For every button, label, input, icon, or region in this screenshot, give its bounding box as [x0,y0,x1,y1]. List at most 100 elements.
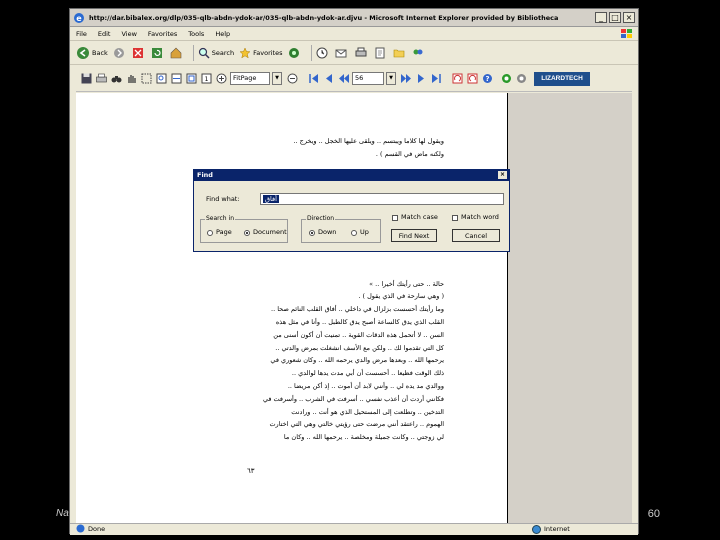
forward-button[interactable] [113,47,127,59]
match-word-label: Match word [461,213,499,221]
media-icon [288,47,299,58]
globe-icon [532,525,541,534]
text-line: كل التي تقدموا لك .. ولكن مع الأسف انشغل… [275,343,444,352]
dialog-close-button[interactable]: × [498,171,507,179]
fit-width-button[interactable] [170,73,182,85]
find-dialog-title-text: Find [197,171,213,179]
maximize-button[interactable]: □ [609,12,621,23]
actual-size-button[interactable]: 1 [200,73,212,85]
menu-help[interactable]: Help [215,30,230,38]
find-next-button[interactable]: Find Next [391,229,437,242]
radio-document[interactable] [244,230,250,236]
prev-page-icon [325,74,332,83]
cancel-button[interactable]: Cancel [452,229,500,242]
back-button[interactable]: Back [76,46,108,60]
document-viewer[interactable]: ويقول لها كلاما ويبتسم .. ويلقى عليها ال… [76,93,507,523]
text-line: ( وهي سارحة في الذي يقول ) . [358,292,444,301]
gear-icon [516,74,526,83]
select-tool-button[interactable] [140,73,152,85]
search-label: Search [211,48,235,57]
go-button[interactable] [500,73,512,85]
mail-button[interactable] [335,47,350,59]
refresh-button[interactable] [151,47,165,59]
prev-page-button[interactable] [322,73,334,85]
folder-button[interactable] [393,47,407,59]
menu-view[interactable]: View [121,30,136,38]
close-button[interactable]: × [623,12,635,23]
slide-number: 60 [647,508,660,520]
fit-page-button[interactable] [185,73,197,85]
selection-icon [141,73,151,84]
radio-up-label: Up [360,228,369,236]
folder-icon [393,49,404,57]
zoom-dropdown-arrow[interactable]: ▼ [272,72,282,85]
stop-button[interactable] [132,47,146,59]
history-button[interactable] [316,47,330,59]
text-line: يرحمها الله .. وبعدها مرض والدي يرحمه ال… [270,356,444,365]
menu-file[interactable]: File [76,30,87,38]
browser-window: e http://dar.bibalex.org/dlp/035-qlb-abd… [69,8,639,535]
rotate-left-button[interactable] [451,73,463,85]
favorites-button[interactable]: Favorites [239,46,283,59]
edit-button[interactable] [374,47,388,59]
zoom-rect-button[interactable] [155,73,167,85]
media-button[interactable] [288,47,302,59]
hand-icon [127,75,136,83]
page-number-input[interactable]: 56 [352,72,384,85]
rotate-right-icon [467,73,477,84]
text-line: التدخين .. وتطلعت إلى المستحيل الذي هو أ… [291,407,444,416]
last-page-button[interactable] [430,73,442,85]
mail-icon [335,49,346,57]
radio-down[interactable] [309,230,315,236]
menu-bar: File Edit View Favorites Tools Help [70,27,638,41]
minimize-button[interactable]: _ [595,12,607,23]
text-line: حالة .. حتى رأيتك أخيرا .. » [369,279,444,288]
next-page-button[interactable] [415,73,427,85]
zone-indicator: Internet [532,524,570,535]
star-icon [239,46,251,58]
binoculars-icon [111,76,121,83]
search-icon [198,47,210,59]
pan-tool-button[interactable] [125,73,137,85]
status-bar: Done Internet [70,523,638,535]
binoculars-button[interactable] [110,73,122,85]
home-icon [170,47,182,58]
messenger-button[interactable] [412,47,426,59]
status-text: Done [88,525,106,533]
radio-page[interactable] [207,230,213,236]
find-what-input[interactable]: أفاق [260,193,504,205]
home-button[interactable] [170,47,184,59]
text-line: ووالدي مد يده لي .. وأنني لابد أن أموت .… [287,381,444,390]
print-button[interactable] [95,73,107,85]
settings-button[interactable] [515,73,527,85]
actual-size-icon: 1 [201,73,211,84]
menu-edit[interactable]: Edit [98,30,111,38]
menu-tools[interactable]: Tools [188,30,204,38]
find-dialog-title: Find × [194,170,509,181]
back-page-button[interactable] [337,73,349,85]
save-button[interactable] [80,73,92,85]
zoom-in-button[interactable] [215,73,227,85]
green-circle-icon [501,74,511,83]
page-number-label: ٦٣ [247,467,255,475]
find-what-value: أفاق [263,195,279,203]
match-word-checkbox[interactable] [452,215,458,221]
print-button[interactable] [355,47,369,59]
page-dropdown-arrow[interactable]: ▼ [386,72,396,85]
first-page-button[interactable] [307,73,319,85]
zoom-select[interactable]: FitPage [230,72,270,85]
search-button[interactable]: Search [198,47,234,59]
menu-favorites[interactable]: Favorites [148,30,177,38]
help-icon: ? [482,74,492,83]
text-line: وما رأيتك أحسست بزلزال في داخلي .. أفاق … [271,305,444,314]
help-button[interactable]: ? [481,73,493,85]
radio-up[interactable] [351,230,357,236]
match-case-checkbox[interactable] [392,215,398,221]
fit-page-icon [186,73,196,84]
text-line: ويقول لها كلاما ويبتسم .. ويلقى عليها ال… [293,137,444,145]
rotate-right-button[interactable] [466,73,478,85]
rotate-left-icon [452,73,462,84]
history-icon [316,47,327,58]
zoom-out-button[interactable] [286,73,298,85]
forward-page-button[interactable] [400,73,412,85]
